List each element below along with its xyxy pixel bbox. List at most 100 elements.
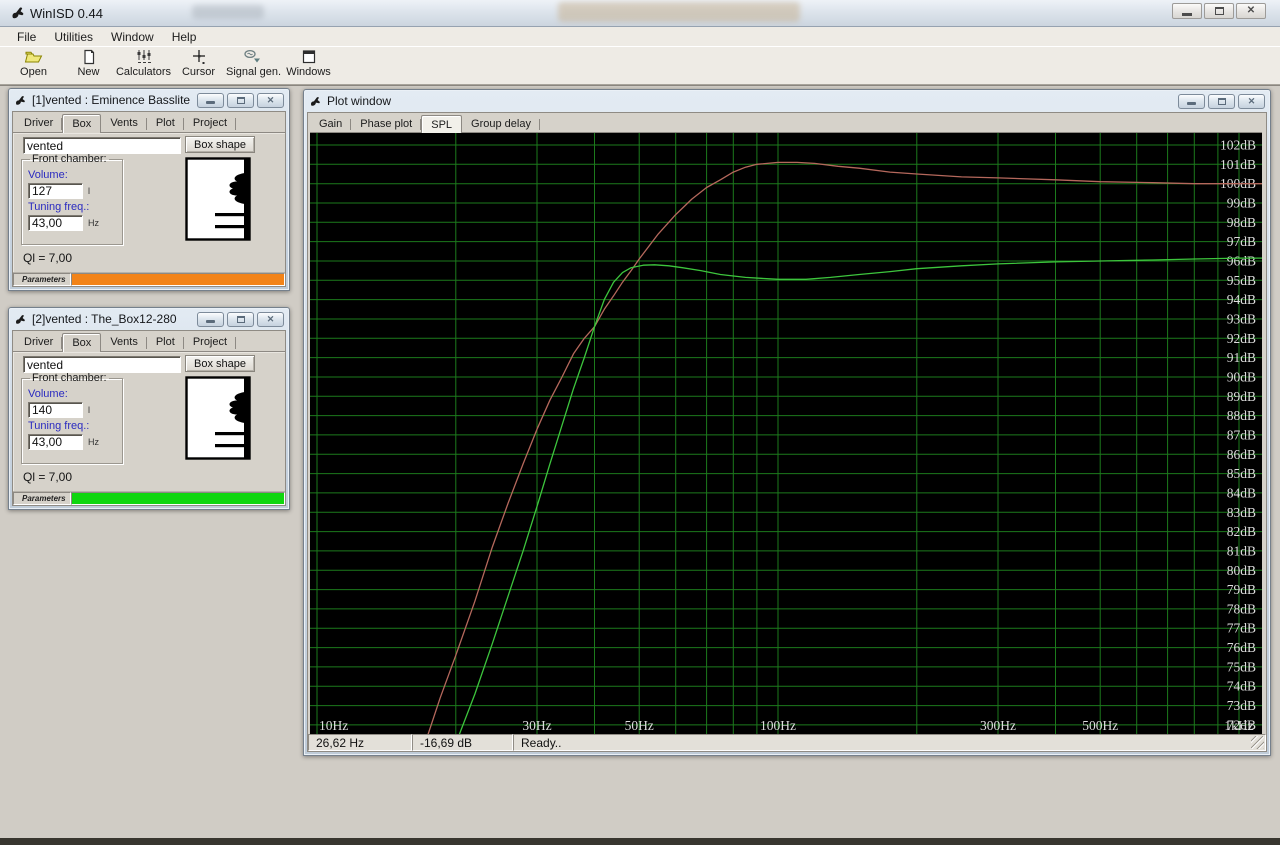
signal-gen-button[interactable]: Signal gen. <box>226 48 281 83</box>
minimize-button[interactable] <box>1178 94 1205 109</box>
project-window-1-title-bar[interactable]: [1]vented : Eminence Basslite S2... ✕ <box>12 89 286 111</box>
box-type-input[interactable] <box>23 356 181 373</box>
svg-text:82dB: 82dB <box>1227 524 1256 539</box>
volume-input[interactable] <box>28 183 83 199</box>
tab-driver[interactable]: Driver <box>15 333 62 351</box>
close-icon: ✕ <box>1248 97 1256 106</box>
maximize-button[interactable] <box>1204 3 1234 19</box>
toolbar-label: Calculators <box>116 66 171 78</box>
close-button[interactable]: ✕ <box>1236 3 1266 19</box>
svg-text:30Hz: 30Hz <box>522 718 551 733</box>
minimize-icon <box>206 101 215 104</box>
volume-unit: l <box>88 186 90 196</box>
front-chamber-group: Front chamber: Volume: l Tuning freq.: H… <box>21 372 123 464</box>
tab-phase-plot[interactable]: Phase plot <box>351 115 421 132</box>
tuning-freq-input[interactable] <box>28 434 83 450</box>
minimize-button[interactable] <box>197 93 224 108</box>
tab-vents[interactable]: Vents <box>101 333 147 351</box>
minimize-icon <box>206 320 215 323</box>
tab-spl[interactable]: SPL <box>421 115 462 133</box>
box-shape-drawing <box>185 376 253 465</box>
close-icon: ✕ <box>1247 6 1255 16</box>
svg-text:97dB: 97dB <box>1227 234 1256 249</box>
maximize-button[interactable] <box>227 312 254 327</box>
spl-chart[interactable]: 72dB73dB74dB75dB76dB77dB78dB79dB80dB81dB… <box>310 133 1262 734</box>
toolbar-label: Cursor <box>182 66 215 78</box>
window-title: Plot window <box>327 94 1173 108</box>
tab-driver[interactable]: Driver <box>15 114 62 132</box>
svg-text:95dB: 95dB <box>1227 273 1256 288</box>
svg-text:1kHz: 1kHz <box>1224 718 1253 733</box>
open-button[interactable]: Open <box>6 48 61 83</box>
signal-generator-icon <box>243 49 265 65</box>
svg-text:500Hz: 500Hz <box>1082 718 1118 733</box>
main-title-bar[interactable]: WinISD 0.44 ✕ <box>0 0 1280 27</box>
volume-input[interactable] <box>28 402 83 418</box>
spl-plot-area[interactable]: 72dB73dB74dB75dB76dB77dB78dB79dB80dB81dB… <box>310 132 1262 733</box>
plot-window-title-bar[interactable]: Plot window ✕ <box>307 90 1267 112</box>
tuning-freq-input[interactable] <box>28 215 83 231</box>
parameters-progress-bar <box>71 492 285 505</box>
close-button[interactable]: ✕ <box>257 93 284 108</box>
tab-project[interactable]: Project <box>184 114 236 132</box>
box-shape-drawing <box>185 157 253 246</box>
svg-text:87dB: 87dB <box>1227 427 1256 442</box>
resize-grip[interactable] <box>1251 736 1264 749</box>
svg-text:74dB: 74dB <box>1227 679 1256 694</box>
svg-text:73dB: 73dB <box>1227 698 1256 713</box>
box-type-input[interactable] <box>23 137 181 154</box>
cursor-button[interactable]: Cursor <box>171 48 226 83</box>
open-folder-icon <box>24 49 44 65</box>
front-chamber-label: Front chamber: <box>30 372 109 384</box>
minimize-button[interactable] <box>1172 3 1202 19</box>
windows-button[interactable]: Windows <box>281 48 336 83</box>
tab-plot[interactable]: Plot <box>147 114 184 132</box>
box-shape-button[interactable]: Box shape <box>185 355 255 372</box>
cursor-level-readout: -16,69 dB <box>412 734 513 751</box>
new-button[interactable]: New <box>61 48 116 83</box>
parameters-progress-bar <box>71 273 285 286</box>
menu-help[interactable]: Help <box>163 28 206 46</box>
svg-text:300Hz: 300Hz <box>980 718 1016 733</box>
tab-box[interactable]: Box <box>62 333 101 352</box>
toolbar-label: New <box>77 66 99 78</box>
svg-text:10Hz: 10Hz <box>319 718 348 733</box>
background-blur <box>192 5 264 19</box>
tab-vents[interactable]: Vents <box>101 114 147 132</box>
calculators-button[interactable]: Calculators <box>116 48 171 83</box>
menu-file[interactable]: File <box>8 28 45 46</box>
tab-gain[interactable]: Gain <box>310 115 351 132</box>
box-shape-button[interactable]: Box shape <box>185 136 255 153</box>
front-chamber-group: Front chamber: Volume: l Tuning freq.: H… <box>21 153 123 245</box>
tab-project[interactable]: Project <box>184 333 236 351</box>
vent-line <box>215 213 246 216</box>
menu-window[interactable]: Window <box>102 28 163 46</box>
parameters-label: Parameters <box>13 492 71 505</box>
background-blur <box>558 2 800 22</box>
tuning-freq-label: Tuning freq.: <box>28 420 116 432</box>
svg-text:98dB: 98dB <box>1227 215 1256 230</box>
tab-box[interactable]: Box <box>62 114 101 133</box>
app-icon <box>14 94 27 107</box>
maximize-button[interactable] <box>227 93 254 108</box>
maximize-button[interactable] <box>1208 94 1235 109</box>
project-window-1-status-bar: Parameters <box>13 272 285 286</box>
tab-plot[interactable]: Plot <box>147 333 184 351</box>
menu-utilities[interactable]: Utilities <box>45 28 102 46</box>
svg-text:94dB: 94dB <box>1227 292 1256 307</box>
vent-line <box>215 432 246 435</box>
svg-text:77dB: 77dB <box>1227 621 1256 636</box>
ql-value: Ql = 7,00 <box>23 251 72 265</box>
svg-text:50Hz: 50Hz <box>625 718 654 733</box>
project-window-2-title-bar[interactable]: [2]vented : The_Box12-280 ✕ <box>12 308 286 330</box>
project-window-2: [2]vented : The_Box12-280 ✕ Driver Box V… <box>8 307 290 510</box>
close-button[interactable]: ✕ <box>1238 94 1265 109</box>
toolbar: Open New Calculators Cursor Signal gen. … <box>0 46 1280 85</box>
parameters-label: Parameters <box>13 273 71 286</box>
window-title: [2]vented : The_Box12-280 <box>32 312 192 326</box>
close-button[interactable]: ✕ <box>257 312 284 327</box>
svg-text:90dB: 90dB <box>1227 370 1256 385</box>
maximize-icon <box>237 97 245 104</box>
tab-group-delay[interactable]: Group delay <box>462 115 540 132</box>
minimize-button[interactable] <box>197 312 224 327</box>
